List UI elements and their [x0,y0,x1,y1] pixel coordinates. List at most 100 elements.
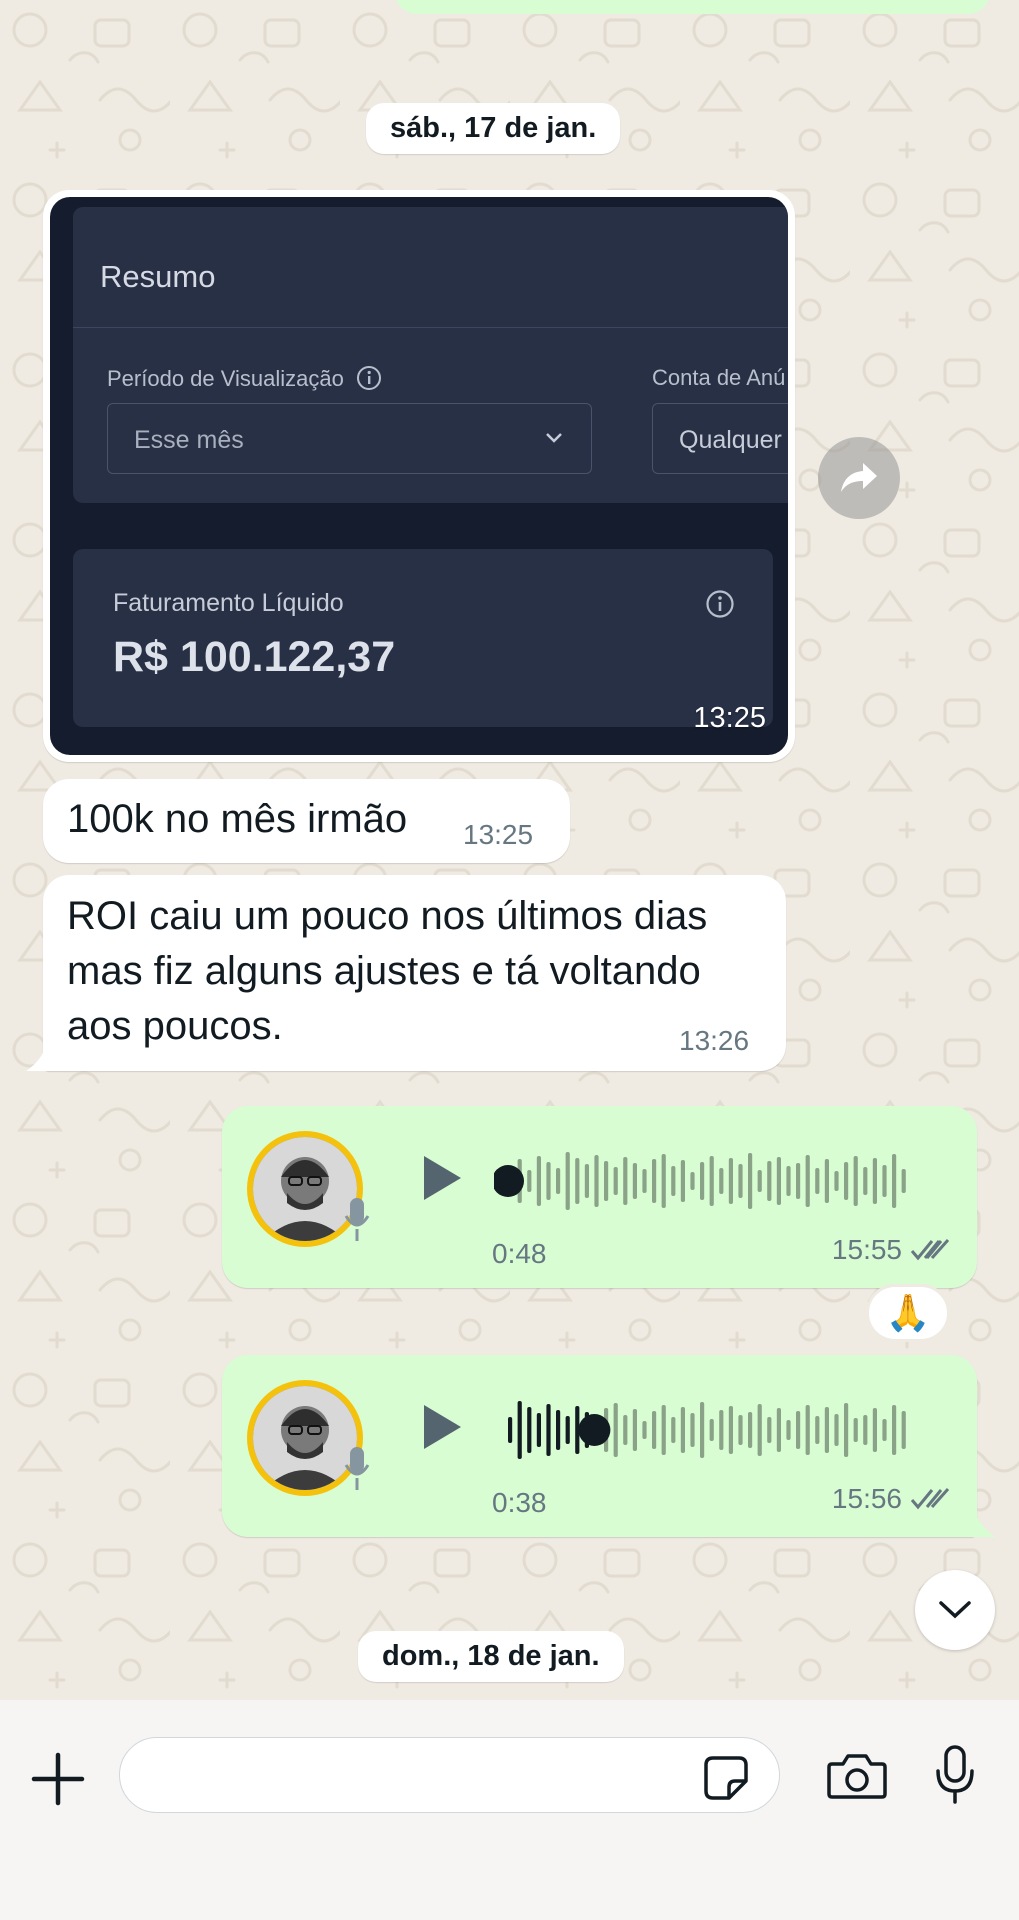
waveform-bar [863,1167,868,1195]
waveform-bar [834,1414,839,1446]
waveform-bar [738,1164,743,1198]
image-message[interactable]: Resumo Período de Visualização Esse mês … [43,190,795,762]
voice-duration: 0:38 [492,1487,547,1518]
waveform-bar [642,1169,647,1193]
sticker-icon[interactable] [703,1755,749,1801]
waveform[interactable] [494,1390,934,1470]
waveform[interactable] [494,1141,934,1221]
waveform-bar [767,1161,772,1201]
bubble-tail [26,1051,54,1071]
revenue-value: R$ 100.122,37 [113,633,396,681]
previous-message-bubble [395,0,990,14]
waveform-bar [901,1169,906,1193]
waveform-bar [709,1419,714,1441]
waveform-bar [623,1415,628,1445]
period-select: Esse mês [107,403,592,474]
waveform-bar [642,1421,647,1439]
message-text: 100k no mês irmão [67,797,408,841]
forward-icon [841,463,877,492]
chevron-down-icon [546,433,562,443]
waveform-bar [805,1405,810,1455]
waveform-bar [565,1416,570,1444]
waveform-bar [796,1163,801,1199]
date-separator: dom., 18 de jan. [358,1631,624,1682]
plus-icon[interactable] [30,1751,86,1807]
waveform-bar [767,1417,772,1443]
scroll-to-bottom-button[interactable] [915,1570,995,1650]
waveform-bar [671,1417,676,1443]
message-input[interactable] [119,1737,780,1813]
incoming-message[interactable]: 100k no mês irmão 13:25 [43,779,570,863]
playback-position-dot[interactable] [578,1414,611,1446]
waveform-bar [690,1413,695,1447]
waveform-bar [853,1418,858,1442]
waveform-bar [632,1163,637,1199]
waveform-bar [690,1172,695,1190]
waveform-bar [584,1164,589,1198]
waveform-bar [853,1156,858,1206]
summary-card: Resumo Período de Visualização Esse mês … [73,207,788,503]
message-time: 15:56 [831,1483,902,1514]
waveform-bar [594,1155,599,1207]
voice-message[interactable]: 0:38 15:56 [222,1355,977,1537]
microphone-icon [344,1198,370,1241]
reaction-badge[interactable]: 🙏 [866,1284,950,1342]
waveform-bar [872,1158,877,1204]
waveform-bar [757,1170,762,1192]
waveform-bar [632,1409,637,1451]
message-time: 13:26 [679,1025,750,1056]
waveform-bar [844,1403,849,1457]
bubble-tail [968,1518,996,1537]
message-time: 13:25 [463,819,534,850]
waveform-bar [508,1417,513,1443]
waveform-bar [776,1157,781,1205]
waveform-bar [892,1405,897,1455]
waveform-bar [805,1155,810,1207]
double-check-icon [910,1239,950,1261]
waveform-bar [728,1406,733,1454]
waveform-bar [613,1167,618,1195]
microphone-icon[interactable] [935,1745,975,1805]
waveform-bar [728,1158,733,1204]
date-separator: sáb., 17 de jan. [366,103,621,154]
account-label: Conta de Anú [652,365,786,390]
account-select: Qualquer [652,403,788,474]
waveform-bar [623,1157,628,1205]
info-icon [357,366,381,390]
waveform-bar [536,1413,541,1447]
message-time: 15:55 [831,1234,902,1265]
waveform-bar [661,1405,666,1455]
revenue-card: Faturamento Líquido R$ 100.122,37 [73,549,773,727]
forward-button[interactable] [818,437,900,519]
voice-message[interactable]: 0:48 15:55 [222,1106,977,1288]
voice-duration: 0:48 [492,1238,547,1269]
message-time: 13:25 [693,702,766,734]
image-attachment[interactable]: Resumo Período de Visualização Esse mês … [50,197,788,755]
period-label-text: Período de Visualização [107,366,344,391]
waveform-bar [709,1156,714,1206]
account-select-value: Qualquer [679,426,782,454]
incoming-message[interactable]: ROI caiu um pouco nos últimos dias mas f… [43,875,786,1071]
waveform-bar [604,1161,609,1201]
waveform-bar [815,1168,820,1194]
waveform-bar [776,1408,781,1452]
double-check-icon [910,1488,950,1510]
waveform-bar [815,1416,820,1444]
waveform-bar [882,1165,887,1197]
waveform-bar [757,1404,762,1456]
waveform-bar [844,1162,849,1200]
message-line: aos poucos. [67,1004,283,1048]
waveform-bar [834,1171,839,1191]
waveform-bar [786,1420,791,1440]
play-icon[interactable] [420,1153,464,1203]
waveform-bar [556,1168,561,1194]
waveform-bar [536,1156,541,1206]
waveform-bar [680,1160,685,1202]
camera-icon[interactable] [826,1752,888,1800]
message-list[interactable]: sáb., 17 de jan. Resumo Período de Visua… [0,0,1019,1700]
waveform-bar [565,1152,570,1210]
waveform-bar [661,1154,666,1208]
play-icon[interactable] [420,1402,464,1452]
waveform-bar [892,1154,897,1208]
waveform-bar [872,1408,877,1452]
